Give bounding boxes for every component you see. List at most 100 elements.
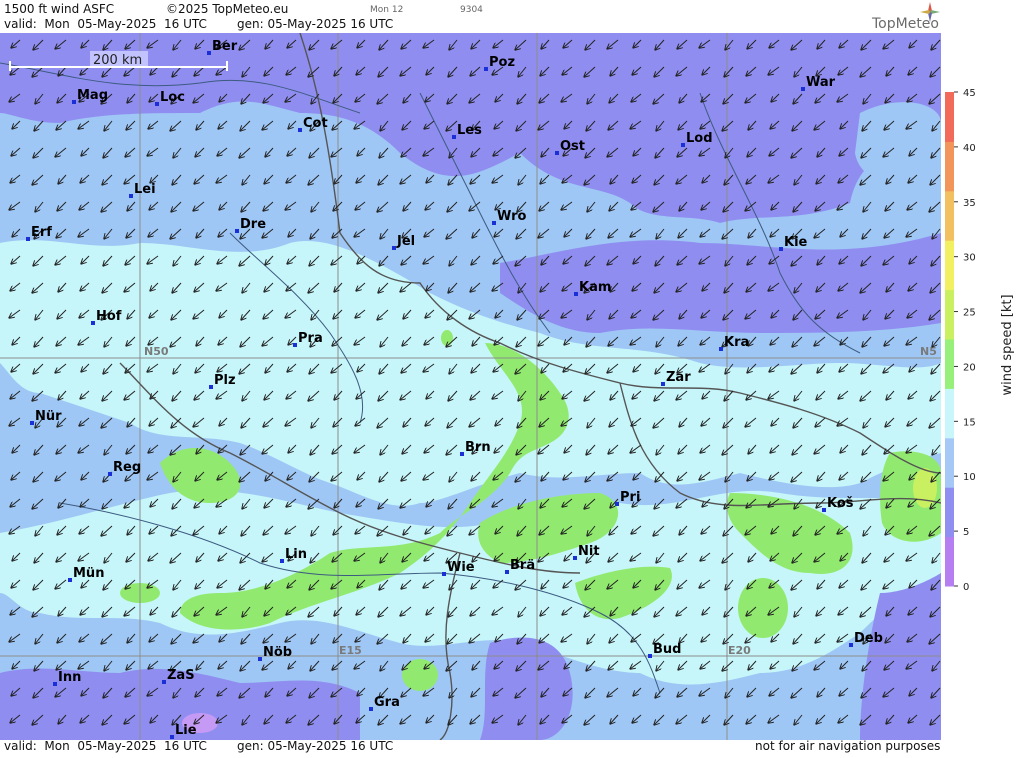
city-marker	[209, 385, 213, 389]
city-label: Lei	[134, 182, 156, 197]
city-label: Jel	[396, 234, 415, 249]
city-marker	[452, 135, 456, 139]
city-label: Les	[457, 123, 482, 138]
legend-tick-label: 30	[963, 253, 976, 264]
city-marker	[779, 247, 783, 251]
grid-label-n50-right: N5	[920, 345, 937, 358]
city-marker	[555, 151, 559, 155]
city-marker	[72, 100, 76, 104]
field-blue-patch-north	[855, 102, 941, 187]
city-label: Poz	[489, 55, 515, 70]
city-label: Ber	[212, 39, 238, 54]
city-marker	[822, 508, 826, 512]
city-label: Wro	[497, 209, 527, 224]
city-marker	[801, 87, 805, 91]
grid-label-e20: E20	[728, 644, 751, 657]
city-marker	[298, 128, 302, 132]
city-marker	[155, 102, 159, 106]
legend-tick-label: 35	[963, 198, 976, 209]
grid-label-e15: E15	[339, 644, 362, 657]
city-marker	[392, 246, 396, 250]
city-label: Mün	[73, 566, 104, 581]
legend-swatch	[945, 141, 954, 192]
city-marker	[91, 321, 95, 325]
city-label: Cot	[303, 116, 328, 131]
legend-swatch	[945, 339, 954, 389]
run-code: Mon 12	[370, 5, 404, 15]
city-marker	[442, 572, 446, 576]
city-label: Kie	[784, 235, 808, 250]
city-label: ZaS	[167, 668, 195, 683]
city-label: Zar	[666, 370, 691, 385]
city-label: Loc	[160, 90, 185, 105]
legend-tick-label: 25	[963, 308, 976, 319]
city-marker	[574, 292, 578, 296]
wind-speed-legend: 45 40 35 30 25 20 15 10 5 0 wind speed [kt]	[941, 0, 1033, 754]
legend-swatch	[945, 536, 954, 587]
city-label: Lie	[175, 723, 197, 738]
city-label: Wie	[447, 560, 475, 575]
city-marker	[849, 643, 853, 647]
city-marker	[68, 578, 72, 582]
legend-swatch	[945, 388, 954, 439]
field-purple-south-mid	[480, 637, 573, 740]
field-green-south	[738, 578, 788, 638]
city-marker	[615, 502, 619, 506]
city-label: Brä	[510, 558, 535, 573]
wind-map: N50 N5 E15 E20 200 km Ber Poz War Mag Lo…	[0, 33, 941, 740]
city-marker	[30, 421, 34, 425]
city-label: Bud	[653, 642, 681, 657]
legend-tick-label: 0	[963, 582, 969, 593]
city-label: Kra	[724, 335, 749, 350]
city-marker	[719, 347, 723, 351]
city-marker	[661, 382, 665, 386]
city-label: Pra	[298, 331, 323, 346]
legend-swatch	[945, 437, 954, 488]
legend-tick-label: 15	[963, 417, 976, 428]
city-marker	[207, 51, 211, 55]
city-marker	[492, 221, 496, 225]
city-label: Nöb	[263, 645, 292, 660]
city-label: Lin	[285, 547, 307, 562]
city-label: Nit	[578, 544, 600, 559]
grid-label-n50: N50	[144, 345, 169, 358]
city-marker	[280, 559, 284, 563]
legend-swatch	[945, 487, 954, 538]
city-marker	[484, 67, 488, 71]
legend-tick-label: 40	[963, 143, 976, 154]
city-marker	[235, 229, 239, 233]
city-marker	[681, 143, 685, 147]
field-green-small	[441, 330, 453, 346]
city-marker	[369, 707, 373, 711]
legend-unit-label: wind speed [kt]	[1000, 294, 1015, 395]
generated-time: gen: 05-May-2025 16 UTC	[237, 17, 394, 31]
compass-star-icon	[920, 2, 940, 22]
id-code: 9304	[460, 5, 483, 15]
city-marker	[648, 654, 652, 658]
city-marker	[293, 343, 297, 347]
legend-tick-label: 10	[963, 472, 976, 483]
legend-tick-label: 20	[963, 362, 976, 373]
city-label: Erf	[31, 225, 52, 240]
valid-time: valid: Mon 05-May-2025 16 UTC	[4, 17, 207, 31]
scale-bar-label: 200 km	[93, 53, 142, 68]
city-marker	[26, 237, 30, 241]
city-label: Brn	[465, 440, 491, 455]
city-label: Nür	[35, 409, 62, 424]
city-label: War	[806, 75, 836, 90]
city-marker	[505, 570, 509, 574]
product-title: 1500 ft wind ASFC	[4, 2, 115, 16]
footer-disclaimer: not for air navigation purposes	[755, 739, 941, 753]
city-label: Reg	[113, 460, 141, 475]
legend-swatch	[945, 240, 954, 291]
legend-swatch	[945, 190, 954, 241]
city-label: Kam	[579, 280, 611, 295]
city-label: Deb	[854, 631, 883, 646]
city-label: Gra	[374, 695, 400, 710]
footer-gen: gen: 05-May-2025 16 UTC	[237, 739, 394, 753]
footer-valid: valid: Mon 05-May-2025 16 UTC	[4, 739, 207, 753]
city-marker	[108, 472, 112, 476]
legend-tick-label: 45	[963, 88, 976, 99]
legend-swatch	[945, 92, 954, 142]
city-label: Mag	[77, 88, 108, 103]
